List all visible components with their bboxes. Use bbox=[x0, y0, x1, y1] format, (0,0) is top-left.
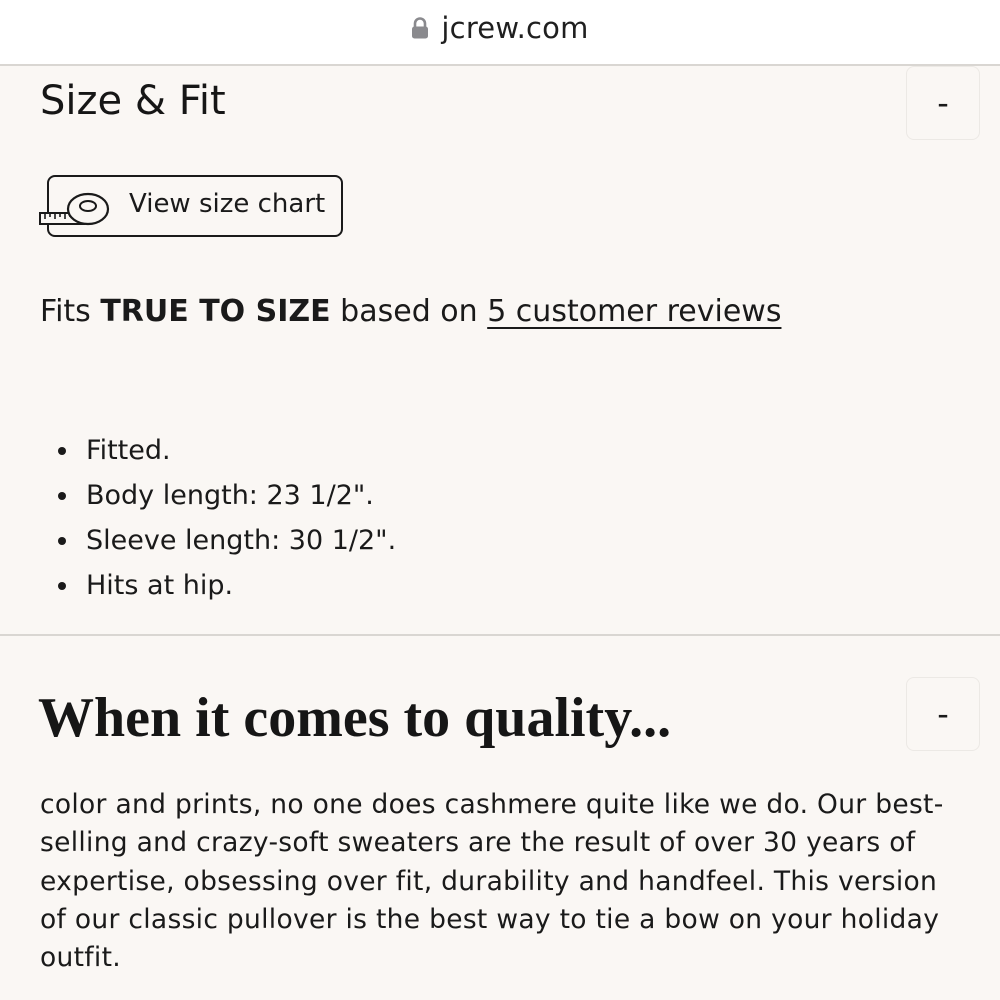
view-size-chart-button[interactable]: View size chart bbox=[39, 175, 343, 237]
customer-reviews-link[interactable]: 5 customer reviews bbox=[487, 294, 781, 329]
url-text: jcrew.com bbox=[441, 11, 589, 45]
section-divider bbox=[0, 634, 1000, 636]
quality-description: color and prints, no one does cashmere q… bbox=[40, 789, 944, 974]
list-item: Sleeve length: 30 1/2". bbox=[58, 518, 396, 563]
fit-summary: Fits TRUE TO SIZE based on 5 customer re… bbox=[40, 294, 781, 329]
fit-prefix: Fits bbox=[40, 294, 101, 329]
url-display[interactable]: jcrew.com bbox=[411, 11, 588, 45]
browser-address-bar[interactable]: jcrew.com bbox=[0, 0, 1000, 66]
fit-details-list: Fitted. Body length: 23 1/2". Sleeve len… bbox=[58, 428, 396, 608]
lock-icon bbox=[411, 17, 429, 39]
fit-value: TRUE TO SIZE bbox=[100, 294, 331, 329]
quality-heading: When it comes to quality... bbox=[38, 687, 672, 749]
list-item: Hits at hip. bbox=[58, 563, 396, 608]
list-item: Fitted. bbox=[58, 428, 396, 473]
size-fit-heading: Size & Fit bbox=[40, 78, 226, 124]
view-size-chart-label: View size chart bbox=[129, 189, 326, 219]
measuring-tape-icon bbox=[39, 187, 111, 229]
size-fit-collapse-button[interactable]: - bbox=[906, 66, 980, 140]
fit-middle: based on bbox=[330, 294, 488, 329]
list-item: Body length: 23 1/2". bbox=[58, 473, 396, 518]
quality-collapse-button[interactable]: - bbox=[906, 677, 980, 751]
